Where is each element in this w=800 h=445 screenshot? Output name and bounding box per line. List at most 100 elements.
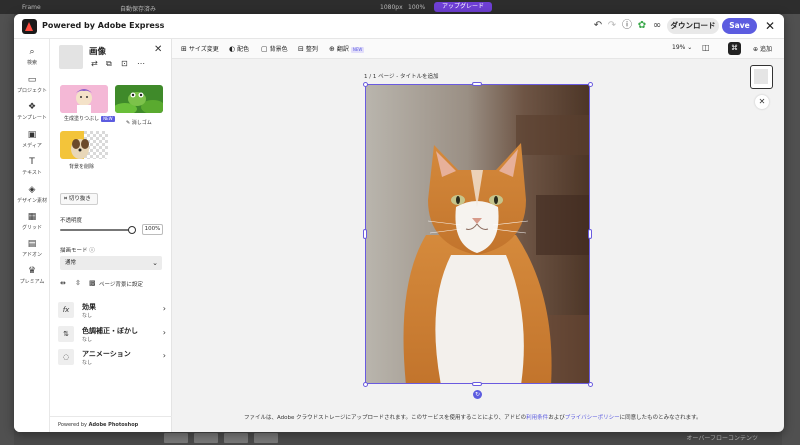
adjust-icon: ⇅ — [58, 326, 74, 342]
eraser-preview-icon — [115, 85, 163, 113]
text-icon: T — [29, 157, 35, 167]
rail-item-search[interactable]: ⌕ 検索 — [14, 47, 50, 66]
new-badge: NEW — [101, 115, 115, 122]
help-icon[interactable]: ⓘ — [621, 20, 633, 32]
rail-item-label: テンプレート — [17, 115, 47, 121]
remove-background-card[interactable] — [60, 131, 108, 159]
resize-handle-top-right[interactable] — [588, 82, 593, 87]
privacy-policy-link[interactable]: プライバシーポリシー — [565, 415, 620, 421]
lock-icon[interactable]: ⊡ — [121, 59, 128, 68]
rail-item-projects[interactable]: ▭ プロジェクト — [14, 75, 50, 94]
palette-icon: ◐ — [229, 45, 236, 53]
smart-tools-icon[interactable]: ⌘ — [728, 42, 741, 55]
duplicate-icon[interactable]: ⧉ — [106, 59, 112, 69]
selected-image-thumbnail — [59, 45, 83, 69]
chevron-down-icon: ⌄ — [152, 259, 158, 267]
resize-handle-top[interactable] — [472, 82, 482, 86]
chevron-right-icon: › — [162, 304, 166, 313]
background-left-strip — [0, 14, 14, 445]
background-color-icon: ▢ — [261, 45, 268, 53]
mascot-icon[interactable]: ✿ — [636, 20, 648, 32]
animation-accordion[interactable]: ◌ アニメーション なし › — [58, 348, 166, 368]
eraser-label: ✎ 消しゴム — [126, 120, 152, 126]
resize-handle-bottom-left[interactable] — [363, 382, 368, 387]
rail-item-label: デザイン素材 — [16, 198, 47, 204]
rail-item-templates[interactable]: ❖ テンプレート — [14, 102, 50, 121]
opacity-slider-thumb[interactable] — [128, 226, 136, 234]
cat-image — [366, 85, 589, 383]
adjustments-accordion[interactable]: ⇅ 色調補正・ぼかし なし › — [58, 325, 166, 345]
background-right-strip — [782, 14, 800, 445]
replace-image-icon[interactable]: ⇄ — [91, 59, 98, 68]
chevron-down-icon: ⌄ — [687, 44, 693, 51]
color-scheme-button[interactable]: ◐ 配色 — [229, 44, 249, 53]
rail-item-label: プレミアム — [19, 279, 45, 285]
left-rail: ⌕ 検索 ▭ プロジェクト ❖ テンプレート ▣ メディア T テキスト ◈ デ… — [14, 39, 50, 432]
more-icon[interactable]: ⋯ — [137, 59, 145, 68]
layers-icon[interactable]: ◫ — [702, 43, 710, 52]
rail-item-design-assets[interactable]: ◈ デザイン素材 — [14, 185, 50, 204]
generative-fill-card[interactable] — [60, 85, 108, 113]
resize-handle-bottom-right[interactable] — [588, 382, 593, 387]
link-icon[interactable]: ∞ — [651, 20, 663, 32]
info-icon[interactable]: ⓘ — [89, 248, 95, 254]
rail-item-text[interactable]: T テキスト — [14, 157, 50, 176]
close-modal-icon[interactable]: ✕ — [763, 19, 777, 33]
resize-handle-top-left[interactable] — [363, 82, 368, 87]
background-color-button[interactable]: ▢ 背景色 — [261, 44, 288, 53]
download-button[interactable]: ダウンロード — [667, 18, 719, 34]
set-as-page-background-link[interactable]: ページ背景に設定 — [99, 280, 143, 288]
add-page-button[interactable]: ⊕ 追加 — [753, 44, 772, 53]
generative-fill-preview-icon — [60, 85, 108, 113]
background-bottom-strip: オーバーフローコンテンツ — [14, 431, 782, 445]
rail-item-label: メディア — [22, 143, 42, 149]
design-assets-icon: ◈ — [28, 185, 36, 195]
accordion-subtitle: なし — [82, 360, 93, 366]
background-resolution: 1080px — [380, 4, 403, 11]
page-label[interactable]: 1 / 1 ページ - タイトルを追加 — [364, 72, 438, 80]
panel-close-icon[interactable]: ✕ — [154, 44, 162, 55]
resize-icon: ⊞ — [181, 45, 187, 53]
grid-icon: ▦ — [27, 212, 37, 222]
accordion-subtitle: なし — [82, 313, 93, 319]
save-button[interactable]: Save — [722, 18, 757, 34]
panel-footer: Powered by Adobe Photoshop — [50, 416, 172, 432]
eraser-card[interactable] — [115, 85, 163, 113]
terms-link[interactable]: 利用条件 — [526, 415, 548, 421]
remove-background-label: 背景を削除 — [69, 164, 95, 170]
resize-button[interactable]: ⊞ サイズ変更 — [181, 44, 219, 53]
blend-mode-select[interactable]: 通常 ⌄ — [60, 256, 162, 270]
undo-icon[interactable]: ↶ — [592, 20, 604, 32]
rail-item-media[interactable]: ▣ メディア — [14, 130, 50, 149]
resize-handle-left[interactable] — [363, 229, 367, 239]
set-background-icon[interactable]: ▩ — [89, 279, 96, 287]
background-bottom-label: オーバーフローコンテンツ — [686, 435, 758, 442]
resize-handle-right[interactable] — [588, 229, 592, 239]
opacity-slider-track[interactable] — [60, 229, 132, 231]
folder-icon: ▭ — [27, 75, 37, 85]
zoom-dropdown[interactable]: 19% ⌄ — [672, 44, 692, 51]
opacity-input[interactable]: 100% — [142, 224, 163, 235]
translate-button[interactable]: ⊕ 翻訳 NEW — [329, 44, 365, 53]
remove-background-preview-icon — [60, 131, 108, 159]
page-thumbnail[interactable] — [750, 65, 773, 89]
rail-item-grid[interactable]: ▦ グリッド — [14, 212, 50, 231]
rail-item-addons[interactable]: ▤ アドオン — [14, 239, 50, 258]
arrange-button[interactable]: ⊟ 整列 — [298, 44, 318, 53]
template-icon: ❖ — [27, 102, 37, 112]
blend-mode-label: 描画モード ⓘ — [60, 248, 95, 254]
effects-accordion[interactable]: fx 効果 なし › — [58, 301, 166, 321]
rail-item-label: グリッド — [21, 225, 42, 231]
flip-horizontal-icon[interactable]: ⇹ — [60, 279, 66, 287]
upload-terms-note: ファイルは、Adobe クラウドストレージにアップロードされます。このサービスを… — [244, 415, 702, 421]
flip-vertical-icon[interactable]: ⇳ — [75, 279, 81, 287]
close-thumbnails-icon[interactable]: ✕ — [755, 95, 769, 109]
rotate-icon[interactable]: ↻ — [473, 390, 482, 399]
resize-handle-bottom[interactable] — [472, 382, 482, 386]
rail-item-premium[interactable]: ♛ プレミアム — [14, 266, 50, 285]
cat-photo[interactable] — [365, 84, 590, 384]
accordion-title: 色調補正・ぼかし — [82, 327, 138, 335]
accordion-title: アニメーション — [82, 350, 131, 358]
crop-button[interactable]: ⌗ 切り抜き — [60, 193, 98, 205]
redo-icon[interactable]: ↷ — [606, 20, 618, 32]
